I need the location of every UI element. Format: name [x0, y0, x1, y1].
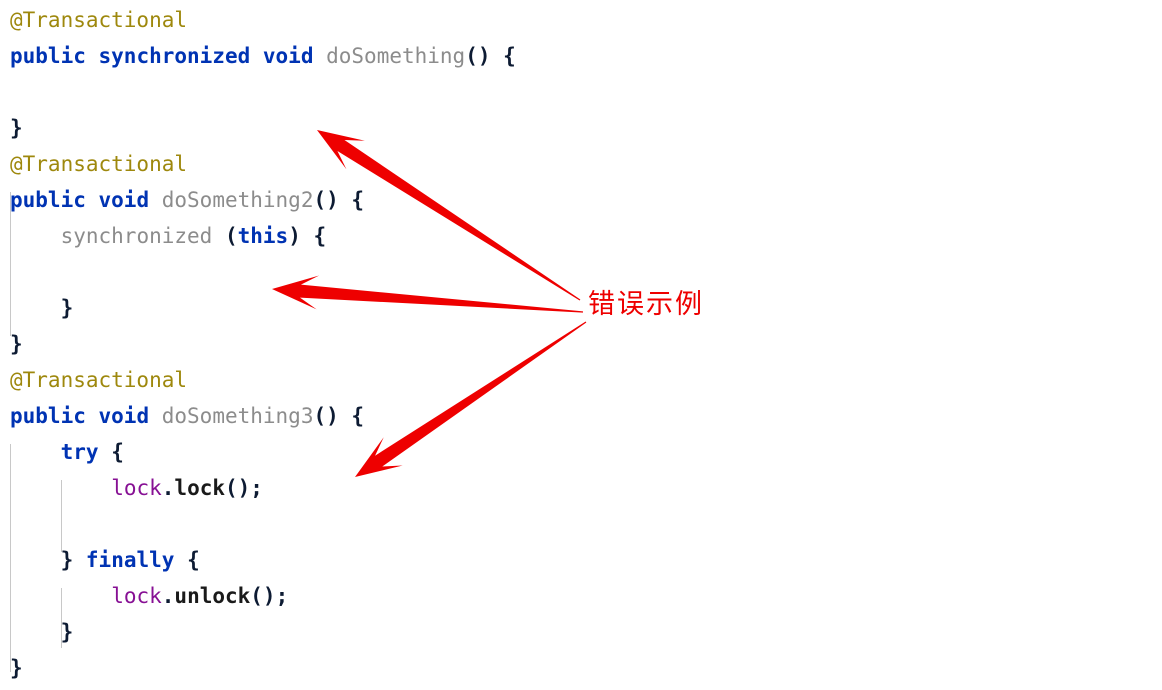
token-keyword: public [10, 188, 86, 212]
token-keyword: void [98, 404, 150, 428]
token-keyword: try [60, 440, 99, 464]
token-punct: . [161, 584, 175, 608]
code-line[interactable]: } [10, 650, 23, 686]
token-punct: ) [288, 224, 301, 248]
token-punct: ( [224, 224, 238, 248]
token-brace: { [351, 188, 365, 212]
token-brace: } [60, 548, 74, 572]
code-line[interactable]: } [61, 290, 74, 326]
token-punct: . [161, 476, 175, 500]
token-keyword: synchronized [98, 44, 251, 68]
token-brace: { [351, 404, 365, 428]
token-methoddecl: doSomething3 [161, 404, 314, 428]
code-annotation-figure: @Transactional public synchronized void d… [0, 0, 1162, 690]
token-keyword: void [98, 188, 150, 212]
token-brace: { [503, 44, 516, 68]
token-methoddecl: doSomething [326, 44, 466, 68]
code-line[interactable]: lock.unlock(); [111, 578, 288, 614]
code-editor[interactable]: @Transactional public synchronized void d… [0, 0, 1162, 690]
token-keyword: finally [85, 548, 175, 572]
token-annotation: @Transactional [10, 8, 188, 32]
token-plain: synchronized [60, 224, 213, 248]
token-brace: { [313, 224, 327, 248]
token-keyword: public [10, 404, 86, 428]
token-field: lock [111, 476, 162, 500]
code-line[interactable]: lock.lock(); [111, 470, 263, 506]
token-brace: } [60, 620, 74, 644]
code-line[interactable]: public void doSomething3() { [10, 398, 364, 434]
code-line[interactable]: synchronized (this) { [61, 218, 327, 254]
token-methoddecl: doSomething2 [161, 188, 314, 212]
token-brace: { [111, 440, 124, 464]
token-brace: } [10, 656, 23, 680]
code-line[interactable]: @Transactional [10, 146, 187, 182]
token-punct: () [465, 44, 491, 68]
code-line[interactable]: try { [61, 434, 124, 470]
token-brace: { [187, 548, 200, 572]
code-line[interactable] [111, 506, 124, 542]
code-line[interactable] [10, 74, 23, 110]
token-brace: } [60, 296, 74, 320]
token-punct: (); [250, 584, 289, 608]
token-brace: } [10, 332, 23, 356]
code-line[interactable]: public synchronized void doSomething() { [10, 38, 516, 74]
code-line[interactable]: @Transactional [10, 362, 187, 398]
code-line[interactable]: } finally { [61, 542, 200, 578]
indent-guide [10, 444, 11, 672]
token-field: lock [111, 584, 162, 608]
token-brace: } [10, 116, 23, 140]
token-keyword: public [10, 44, 86, 68]
annotation-label-wrong-example: 错误示例 [588, 289, 704, 320]
token-keyword: this [237, 224, 289, 248]
token-annotation: @Transactional [10, 368, 188, 392]
token-punct: () [313, 188, 339, 212]
token-keyword: void [262, 44, 314, 68]
code-line[interactable]: } [10, 326, 23, 362]
code-line[interactable]: } [10, 110, 23, 146]
token-method: lock [174, 476, 225, 500]
code-line[interactable]: public void doSomething2() { [10, 182, 364, 218]
token-annotation: @Transactional [10, 152, 188, 176]
code-line[interactable] [61, 254, 74, 290]
token-punct: () [313, 404, 339, 428]
code-line[interactable]: } [61, 614, 74, 650]
token-punct: (); [225, 476, 263, 500]
code-line[interactable]: @Transactional [10, 2, 187, 38]
token-method: unlock [174, 584, 251, 608]
